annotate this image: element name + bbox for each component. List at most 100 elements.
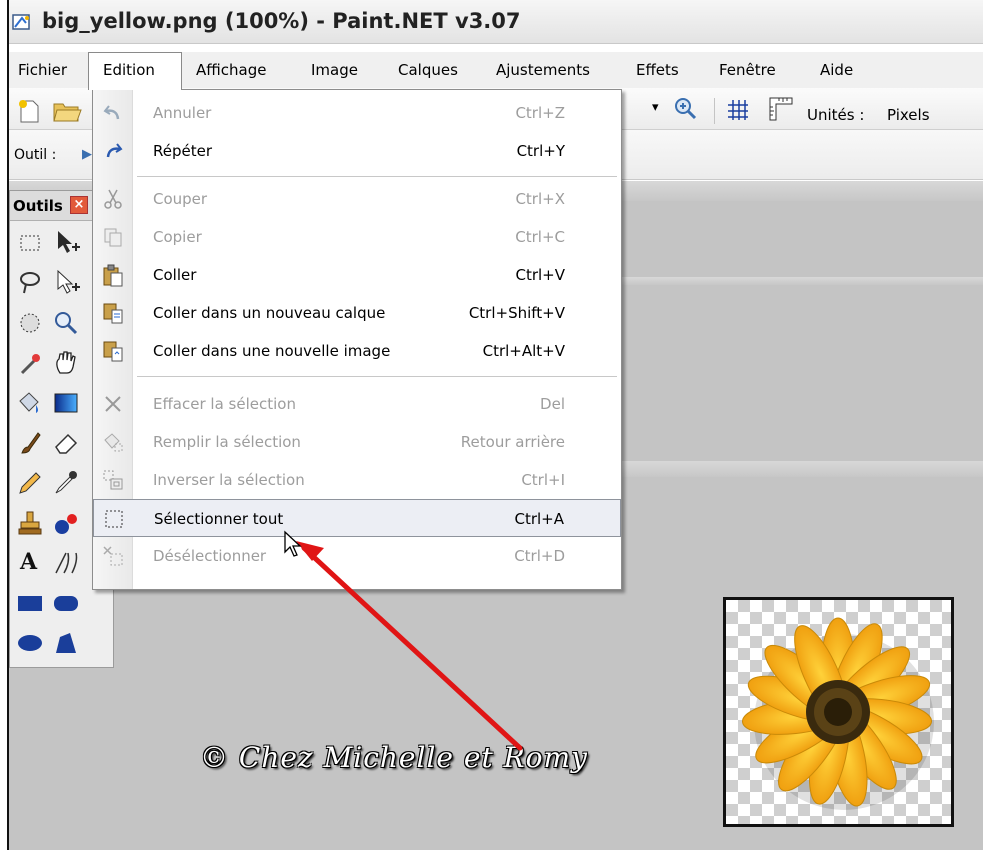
fill-selection-icon bbox=[104, 433, 123, 452]
menu-item-repeter[interactable]: Répéter Ctrl+Y bbox=[93, 132, 621, 170]
zoom-dropdown-icon[interactable]: ▾ bbox=[652, 100, 659, 115]
lasso-icon[interactable] bbox=[14, 267, 46, 299]
menu-item-label: Coller dans un nouveau calque bbox=[153, 304, 386, 322]
menu-item-shortcut: Ctrl+X bbox=[515, 190, 565, 208]
rectangle-select-icon[interactable] bbox=[14, 227, 46, 259]
toolbar-separator bbox=[714, 98, 715, 124]
paint-bucket-icon[interactable] bbox=[14, 387, 46, 419]
menu-item-label: Coller dans une nouvelle image bbox=[153, 342, 391, 360]
menu-item-label: Couper bbox=[153, 190, 208, 208]
menu-item-coller-nouveau-calque[interactable]: Coller dans un nouveau calque Ctrl+Shift… bbox=[93, 294, 621, 332]
rounded-rectangle-icon[interactable] bbox=[50, 587, 82, 619]
magic-wand-icon[interactable] bbox=[14, 347, 46, 379]
ellipse-shape-icon[interactable] bbox=[14, 627, 46, 659]
menu-item-label: Sélectionner tout bbox=[154, 510, 284, 528]
menu-item-effacer-selection[interactable]: Effacer la sélection Del bbox=[93, 385, 621, 423]
menu-image[interactable]: Image bbox=[311, 61, 358, 79]
menu-item-label: Désélectionner bbox=[153, 547, 267, 565]
menu-item-shortcut: Ctrl+A bbox=[514, 510, 564, 528]
freeform-shape-icon[interactable] bbox=[50, 627, 82, 659]
edit-menu-dropdown: Annuler Ctrl+Z Répéter Ctrl+Y Couper Ctr… bbox=[92, 89, 622, 590]
menu-calques[interactable]: Calques bbox=[398, 61, 458, 79]
menu-effets[interactable]: Effets bbox=[636, 61, 679, 79]
menu-item-label: Annuler bbox=[153, 104, 212, 122]
ellipse-select-icon[interactable] bbox=[14, 307, 46, 339]
gradient-icon[interactable] bbox=[50, 387, 82, 419]
sunflower-image bbox=[741, 617, 934, 810]
app-icon bbox=[12, 14, 30, 30]
menu-item-annuler[interactable]: Annuler Ctrl+Z bbox=[93, 94, 621, 132]
color-picker-icon[interactable] bbox=[50, 467, 82, 499]
scissors-icon bbox=[104, 189, 122, 209]
close-icon[interactable]: × bbox=[70, 196, 88, 214]
units-label: Unités : bbox=[807, 106, 865, 124]
zoom-icon[interactable] bbox=[50, 307, 82, 339]
move-pixels-icon[interactable] bbox=[50, 267, 82, 299]
menu-affichage[interactable]: Affichage bbox=[196, 61, 266, 79]
menu-item-copier[interactable]: Copier Ctrl+C bbox=[93, 218, 621, 256]
menu-item-coller-nouvelle-image[interactable]: Coller dans une nouvelle image Ctrl+Alt+… bbox=[93, 332, 621, 370]
image-thumbnail[interactable] bbox=[723, 597, 954, 827]
menu-fenetre[interactable]: Fenêtre bbox=[719, 61, 776, 79]
window-title: big_yellow.png (100%) - Paint.NET v3.07 bbox=[42, 9, 521, 33]
menu-aide[interactable]: Aide bbox=[820, 61, 853, 79]
menu-item-shortcut: Ctrl+V bbox=[515, 266, 565, 284]
open-folder-icon[interactable] bbox=[52, 98, 82, 124]
menu-item-shortcut: Retour arrière bbox=[460, 433, 565, 451]
menu-separator bbox=[137, 176, 617, 177]
invert-selection-icon bbox=[103, 470, 123, 490]
menu-separator bbox=[137, 376, 617, 377]
eraser-icon[interactable] bbox=[50, 427, 82, 459]
ruler-icon[interactable] bbox=[768, 96, 794, 122]
paintbrush-icon[interactable] bbox=[14, 427, 46, 459]
units-select[interactable]: Pixels bbox=[887, 106, 930, 124]
clone-stamp-icon[interactable] bbox=[14, 507, 46, 539]
menu-item-remplir-selection[interactable]: Remplir la sélection Retour arrière bbox=[93, 423, 621, 461]
menu-item-label: Effacer la sélection bbox=[153, 395, 296, 413]
zoom-in-icon[interactable] bbox=[672, 96, 698, 122]
menu-item-shortcut: Ctrl+I bbox=[521, 471, 565, 489]
menu-ajustements[interactable]: Ajustements bbox=[496, 61, 590, 79]
grid-icon[interactable] bbox=[726, 98, 750, 122]
paint-net-window: big_yellow.png (100%) - Paint.NET v3.07 … bbox=[0, 0, 983, 850]
menu-item-selectionner-tout[interactable]: Sélectionner tout Ctrl+A bbox=[93, 499, 621, 537]
new-file-icon[interactable] bbox=[16, 98, 42, 124]
line-curve-icon[interactable] bbox=[50, 547, 82, 579]
menu-item-inverser-selection[interactable]: Inverser la sélection Ctrl+I bbox=[93, 461, 621, 499]
menu-edition[interactable]: Edition bbox=[88, 52, 182, 90]
menu-item-label: Copier bbox=[153, 228, 202, 246]
menu-item-label: Remplir la sélection bbox=[153, 433, 301, 451]
menu-edition-label: Edition bbox=[103, 61, 155, 79]
menu-item-shortcut: Ctrl+Z bbox=[515, 104, 565, 122]
paste-new-image-icon bbox=[103, 341, 123, 362]
menu-item-shortcut: Ctrl+D bbox=[514, 547, 565, 565]
rectangle-shape-icon[interactable] bbox=[14, 587, 46, 619]
tool-label: Outil : bbox=[14, 147, 57, 163]
copy-icon bbox=[104, 228, 122, 247]
text-tool-icon[interactable]: A bbox=[20, 549, 52, 581]
watermark-text: © Chez Michelle et Romy bbox=[200, 741, 588, 774]
menu-item-couper[interactable]: Couper Ctrl+X bbox=[93, 180, 621, 218]
select-all-icon bbox=[105, 510, 123, 528]
menu-item-shortcut: Ctrl+C bbox=[515, 228, 565, 246]
menu-item-shortcut: Del bbox=[540, 395, 565, 413]
redo-icon bbox=[106, 143, 123, 158]
menu-item-shortcut: Ctrl+Alt+V bbox=[482, 342, 565, 360]
undo-icon bbox=[103, 105, 120, 120]
menu-item-shortcut: Ctrl+Y bbox=[516, 142, 565, 160]
paste-new-layer-icon bbox=[103, 303, 123, 324]
pencil-icon[interactable] bbox=[14, 467, 46, 499]
menu-item-label: Coller bbox=[153, 266, 197, 284]
pan-hand-icon[interactable] bbox=[50, 347, 82, 379]
menu-item-coller[interactable]: Coller Ctrl+V bbox=[93, 256, 621, 294]
menu-item-shortcut: Ctrl+Shift+V bbox=[468, 304, 565, 322]
recolor-icon[interactable] bbox=[50, 507, 82, 539]
move-selection-icon[interactable] bbox=[50, 227, 82, 259]
erase-selection-icon bbox=[105, 396, 121, 412]
tool-dropdown-icon[interactable]: ▶ bbox=[82, 147, 92, 162]
mouse-cursor-icon bbox=[284, 530, 302, 557]
title-bar: big_yellow.png (100%) - Paint.NET v3.07 bbox=[0, 0, 983, 44]
deselect-icon bbox=[103, 546, 123, 566]
menu-item-deselectionner[interactable]: Désélectionner Ctrl+D bbox=[93, 537, 621, 575]
menu-fichier[interactable]: Fichier bbox=[18, 61, 67, 79]
